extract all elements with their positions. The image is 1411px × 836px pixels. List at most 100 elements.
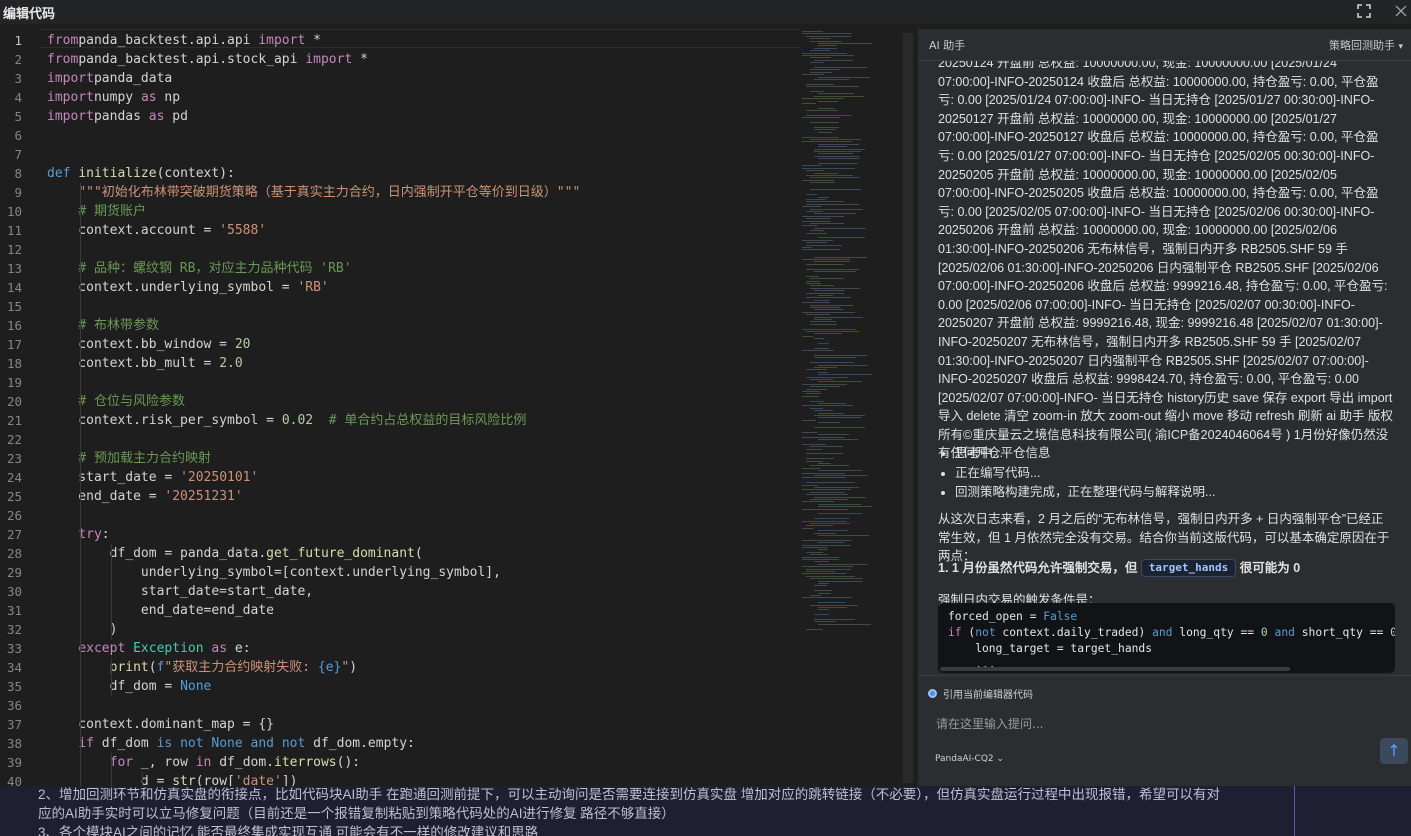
minimap-line [802,52,847,54]
editor-scrollbar[interactable] [903,33,913,783]
code-line[interactable]: # 预加载主力合约映射 [47,449,211,468]
minimap-line [814,590,833,592]
chat-messages[interactable]: 20250124 开盘前 总权益: 10000000.00, 现金: 10000… [918,61,1411,673]
minimap-line [818,434,850,436]
line-number: 22 [6,432,22,447]
code-line[interactable]: context.bb_window = 20 [47,335,250,354]
code-line[interactable]: importnumpy as np [47,88,180,107]
minimap-line [802,436,845,438]
minimap-line [814,127,840,128]
code-line[interactable]: end_date = '20251231' [47,487,242,506]
minimap-line [802,539,852,541]
minimap-line [802,141,853,143]
code-snippet-scrollbar[interactable] [940,667,1290,671]
minimap-line [814,415,865,416]
code-line[interactable]: try: [47,525,109,544]
analysis-text: 从这次日志来看，2 月之后的“无布林信号，强制日内开多 + 日内强制平仓”已经正… [938,512,1390,564]
minimap-line [802,215,844,217]
code-line[interactable]: context.dominant_map = {} [47,715,274,734]
minimap-line [802,31,823,32]
line-number: 16 [6,318,22,333]
code-line[interactable]: start_date = '20250101' [47,468,258,487]
line-number: 3 [14,71,22,86]
minimap-line [810,595,821,596]
minimap-line [818,417,861,419]
minimap-line [806,453,843,455]
model-selector[interactable]: PandaAI-CQ2 ⌄ [935,754,1004,764]
minimap-line [806,199,827,200]
code-line[interactable]: df_dom = None [47,677,212,696]
minimap-line [818,237,865,239]
minimap-line [806,494,848,496]
progress-item: 正在编写代码... [938,464,1394,484]
code-line[interactable]: end_date=end_date [47,601,274,620]
code-editor[interactable]: 1 2 3 4 5 6 7 8 9 10 11 12 13 14 15 16 17 18 19 20 21 22 23 24 2… [0,29,917,786]
minimap-line [818,563,868,565]
code-line[interactable]: if df_dom is not None and not df_dom.emp… [47,734,415,753]
minimap-line [818,107,835,109]
minimap-line [814,95,865,97]
heading-prefix: 1. 1 月份虽然代码允许强制交易，但 [938,561,1138,575]
minimap-line [818,374,873,376]
minimap-line [806,376,848,378]
reference-editor-toggle[interactable]: 引用当前编辑器代码 [928,686,1033,701]
code-line[interactable]: df_dom = panda_data.get_future_dominant( [47,544,423,563]
minimap-line [806,170,825,172]
question-input[interactable]: 请在这里输入提问... [936,715,1043,732]
code-line[interactable]: importpandas as pd [47,107,188,126]
minimap-line [814,561,830,563]
analysis-heading: 1. 1 月份虽然代码允许强制交易，但 target_hands 很可能为 0 [938,559,1394,578]
code-line[interactable]: # 仓位与风险参数 [47,392,185,411]
mode-selector[interactable]: 策略回测助手 ▾ [1329,37,1403,53]
minimap-line [818,583,829,584]
code-line[interactable]: def initialize(context): [47,164,235,183]
minimap-line [802,484,819,486]
minimap-line [802,477,846,479]
code-line[interactable]: context.underlying_symbol = 'RB' [47,278,328,297]
code-snippet-block[interactable]: forced_open = False if (not context.daily… [938,603,1395,673]
minimap-line [810,122,839,124]
minimap-line [802,117,841,119]
code-line[interactable]: underlying_symbol=[context.underlying_sy… [47,563,501,582]
send-button[interactable]: ↑ [1380,738,1408,764]
code-line[interactable]: print(f"获取主力合约映射失败: {e}") [47,658,357,677]
fullscreen-icon[interactable] [1356,4,1372,20]
minimap-line [802,467,821,469]
minimap-line [818,602,845,604]
line-number: 6 [14,128,22,143]
code-area[interactable]: frompanda_backtest.api.api import * fromp… [47,29,802,786]
title-bar: 编辑代码 [0,0,1411,24]
minimap-line [802,220,830,222]
minimap-line [802,431,818,433]
code-line[interactable]: # 期货账户 [47,202,146,221]
indent-guide [111,544,112,639]
minimap-line [802,247,812,248]
code-line[interactable]: # 布林带参数 [47,316,159,335]
minimap[interactable] [800,29,900,630]
code-line[interactable]: start_date=start_date, [47,582,313,601]
code-line[interactable]: # 品种：螺纹钢 RB，对应主力品种代码 'RB' [47,259,351,278]
code-line[interactable]: for _, row in df_dom.iterrows(): [47,753,361,772]
code-line[interactable]: context.bb_mult = 2.0 [47,354,242,373]
code-line[interactable]: """初始化布林带突破期货策略（基于真实主力合约，日内强制开平仓等价到日级）""… [47,183,580,202]
minimap-line [802,225,819,227]
minimap-line [806,201,845,203]
minimap-line [802,419,817,421]
minimap-line [806,297,852,299]
close-icon[interactable] [1393,4,1409,20]
minimap-line [806,218,832,220]
code-line[interactable]: except Exception as e: [47,639,250,658]
code-line[interactable]: ) [47,620,118,639]
minimap-line [802,508,848,510]
background-page: 2、增加回测环节和仿真实盘的衔接点，比如代码块AI助手 在跑通回测前提下，可以主… [0,786,1411,836]
code-line[interactable]: importpanda_data [47,69,172,88]
minimap-line [818,513,863,515]
line-number: 33 [6,641,22,656]
code-line[interactable]: frompanda_backtest.api.stock_api import … [47,50,368,69]
minimap-line [806,568,852,570]
minimap-line [802,98,844,100]
minimap-line [806,86,860,88]
code-line[interactable]: frompanda_backtest.api.api import * [47,31,321,50]
code-line[interactable]: context.risk_per_symbol = 0.02 # 单合约占总权益… [47,411,526,430]
chat-scrollbar[interactable] [1398,65,1407,669]
